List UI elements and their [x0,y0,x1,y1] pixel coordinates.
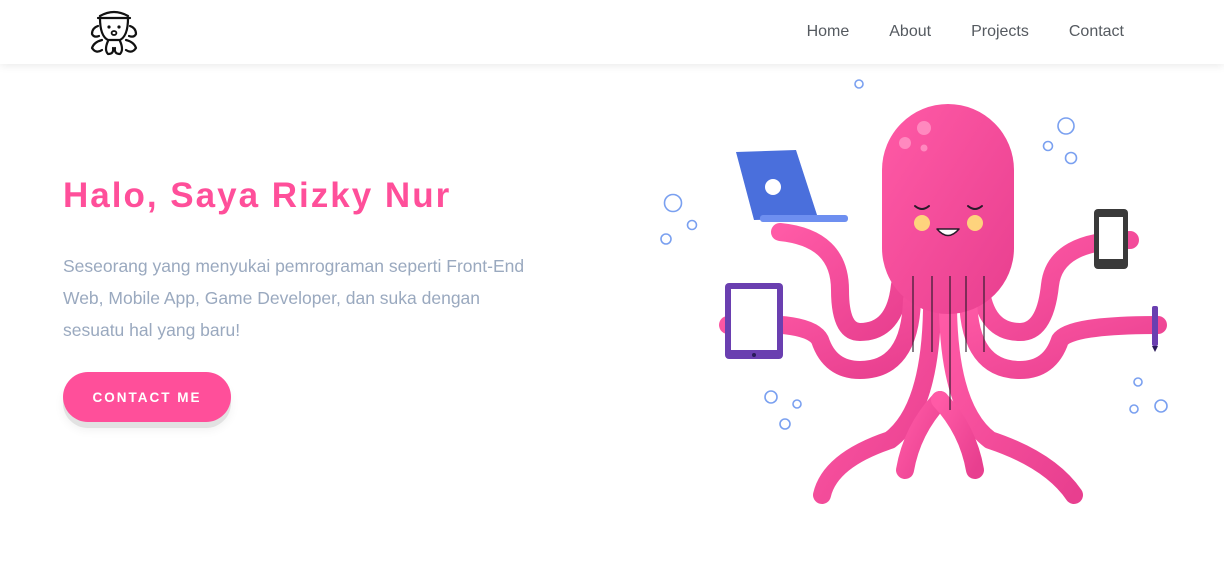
octopus-logo-icon[interactable] [86,6,142,56]
nav-link-projects[interactable]: Projects [971,23,1029,41]
octopus-head [882,104,1014,314]
hero-title: Halo, Saya Rizky Nur [63,176,452,215]
nav-link-home[interactable]: Home [807,23,850,41]
navbar: Home About Projects Contact [0,0,1224,64]
laptop-icon [736,150,848,222]
octopus-multitasking-illustration [660,79,1168,504]
contact-me-button[interactable]: CONTACT ME [63,372,231,422]
nav-link-about[interactable]: About [889,23,931,41]
hero-section: Halo, Saya Rizky Nur Seseorang yang meny… [63,170,553,346]
nav-link-contact[interactable]: Contact [1069,23,1124,41]
nav-menu: Home About Projects Contact [807,0,1124,64]
hero-description: Seseorang yang menyukai pemrograman sepe… [63,256,525,340]
